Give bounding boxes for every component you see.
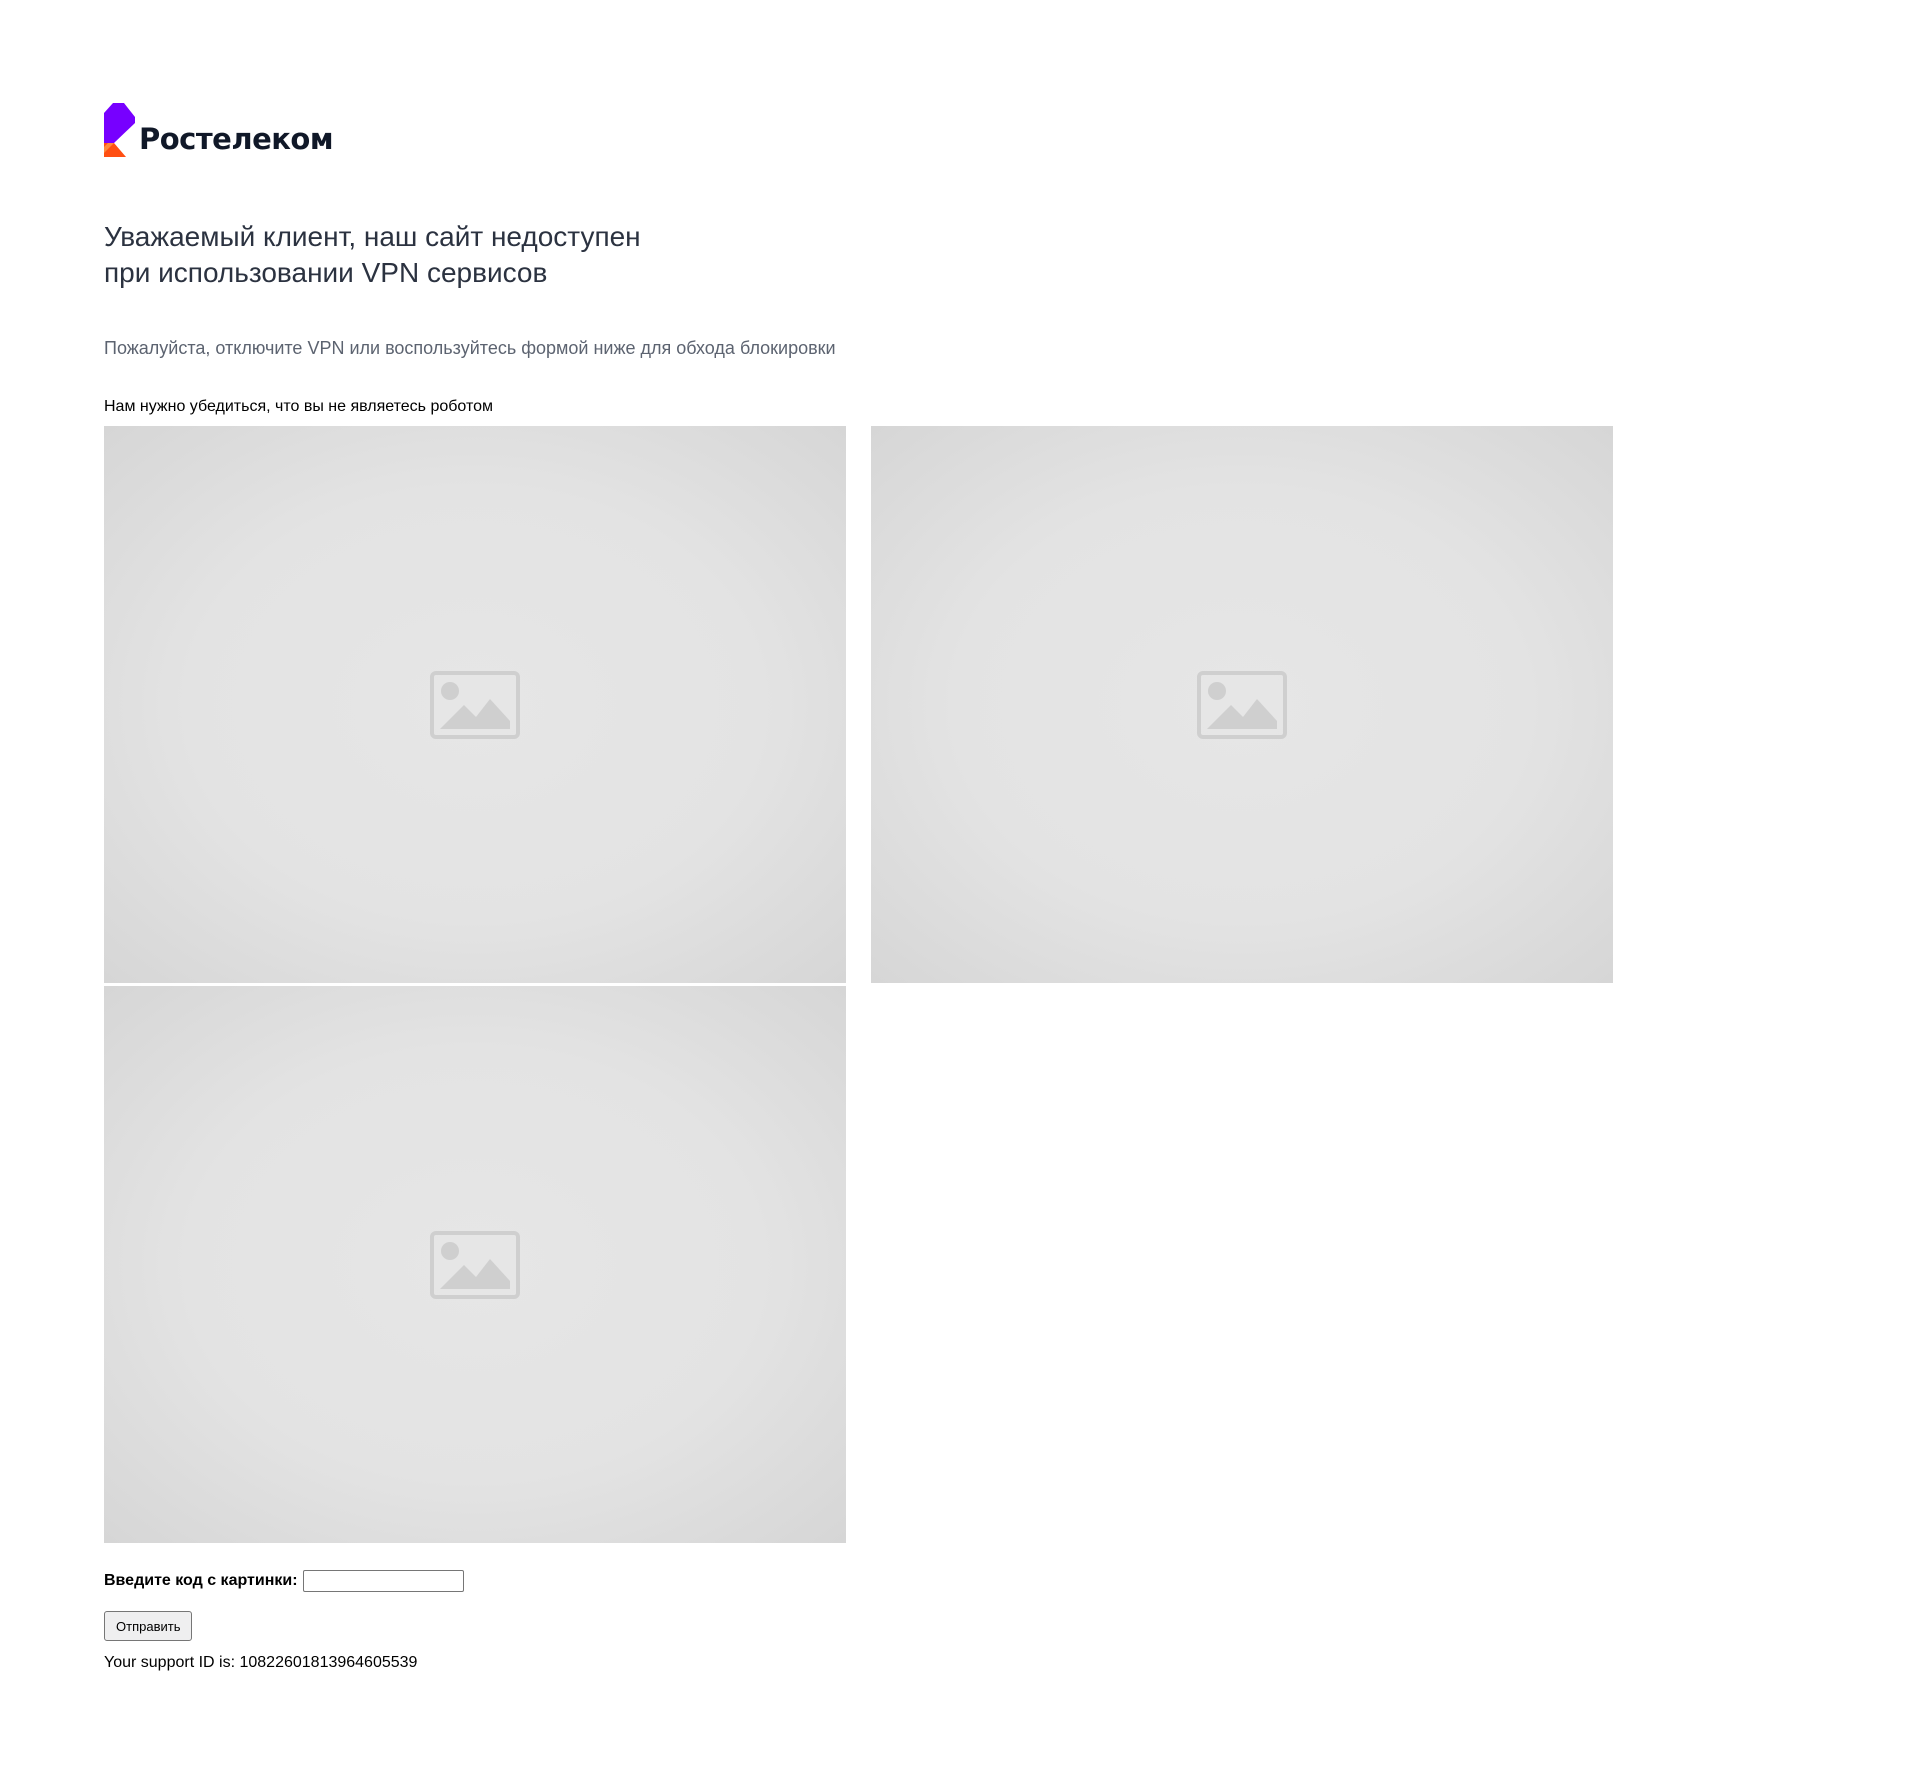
captcha-image-2 bbox=[871, 426, 1613, 983]
captcha-code-row: Введите код с картинки: bbox=[104, 1570, 1804, 1592]
image-placeholder-icon bbox=[430, 1230, 520, 1299]
captcha-image-3 bbox=[104, 986, 846, 1543]
page-title-line-2: при использовании VPN сервисов bbox=[104, 257, 548, 288]
captcha-code-label: Введите код с картинки: bbox=[104, 1572, 298, 1589]
captcha-code-input[interactable] bbox=[302, 1570, 464, 1592]
captcha-image-1 bbox=[104, 426, 846, 983]
image-placeholder-icon bbox=[430, 670, 520, 739]
image-placeholder-icon bbox=[1197, 670, 1287, 739]
rostelecom-logo-icon bbox=[104, 103, 135, 157]
submit-button[interactable]: Отправить bbox=[104, 1611, 193, 1641]
brand-name: Ростелеком bbox=[139, 122, 334, 156]
captcha-image-grid bbox=[104, 426, 1614, 1546]
page-container: Ростелеком Уважаемый клиент, наш сайт не… bbox=[104, 103, 1804, 1673]
rostelecom-logo[interactable]: Ростелеком bbox=[104, 103, 1804, 157]
page-title: Уважаемый клиент, наш сайт недоступен пр… bbox=[104, 219, 1804, 291]
vpn-instruction-text: Пожалуйста, отключите VPN или воспользуй… bbox=[104, 338, 836, 358]
page-title-line-1: Уважаемый клиент, наш сайт недоступен bbox=[104, 221, 641, 252]
support-id-text: Your support ID is: 10822601813964605539 bbox=[104, 1654, 418, 1671]
robot-check-text: Нам нужно убедиться, что вы не являетесь… bbox=[104, 398, 493, 415]
